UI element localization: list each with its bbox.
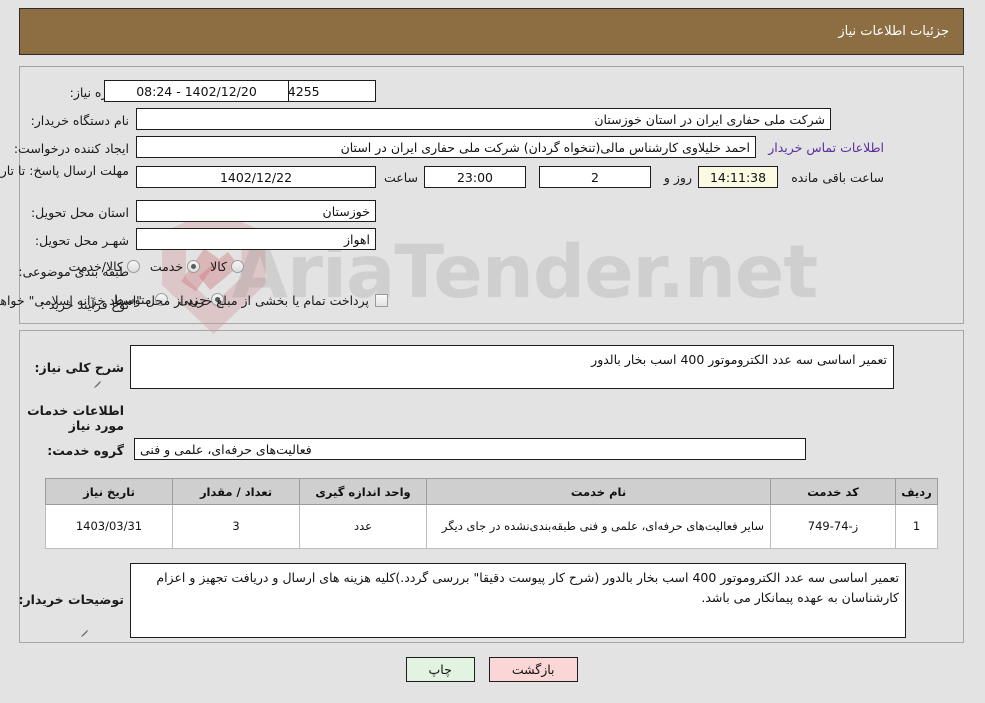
remaining-days-field[interactable]: 2 [540,166,652,188]
delivery-city-label-wrap: شهـر محل تحویل: [36,228,130,252]
radio-label-goods: کالا [211,259,228,274]
deadline-hour-label: ساعت [384,170,419,185]
delivery-province-label: استان محل تحویل: [31,204,130,220]
col-service-name: نام خدمت [427,478,772,505]
col-service-code: کد خدمت [771,478,897,505]
buyer-org-label-wrap: نام دستگاه خریدار: [32,108,130,132]
subject-category-radio-group: کالا خدمت کالا/خدمت [59,259,245,274]
service-group-label: گروه خدمت: [48,443,125,458]
buyer-notes-label: توضیحات خریدار: [19,592,125,607]
general-description-label: شرح کلی نیاز: [35,360,125,375]
delivery-province-label-wrap: استان محل تحویل: [32,200,130,224]
radio-icon-goods-service[interactable] [127,260,141,273]
treasury-bond-label: پرداخت تمام یا بخشی از مبلغ خرید،از محل … [0,293,370,308]
radio-icon-service[interactable] [188,260,202,273]
general-description-textarea[interactable]: تعمیر اساسی سه عدد الکتروموتور 400 اسب ب… [131,345,895,389]
table-row: 1 ز-74-749 سایر فعالیت‌های حرفه‌ای، علمی… [46,504,939,549]
radio-label-goods-service: کالا/خدمت [69,259,124,274]
page-root: AriaTender.net جزئیات اطلاعات نیاز شماره… [0,0,985,703]
remaining-days-suffix: روز و [664,170,693,185]
buyer-org-field[interactable]: شرکت ملی حفاری ایران در استان خوزستان [137,108,832,130]
delivery-province-field[interactable]: خوزستان [137,200,377,222]
back-button[interactable]: بازگشت [489,657,579,682]
treasury-bond-option[interactable]: پرداخت تمام یا بخشی از مبلغ خرید،از محل … [0,293,389,308]
cell-service-name: سایر فعالیت‌های حرفه‌ای، علمی و فنی طبقه… [427,504,772,549]
services-section-heading: اطلاعات خدمات مورد نیاز [28,403,125,433]
action-buttons-bar: بازگشت چاپ [0,657,985,682]
resize-handle-icon-general[interactable] [93,375,105,389]
deadline-date-field[interactable]: 1402/12/22 [137,166,377,188]
service-group-field[interactable]: فعالیت‌های حرفه‌ای، علمی و فنی [135,438,807,460]
col-need-date: تاریخ نیاز [46,478,174,505]
cell-need-date: 1403/03/31 [46,504,174,549]
radio-label-service: خدمت [150,259,185,274]
radio-icon-goods[interactable] [232,260,245,273]
countdown-suffix-label: ساعت باقی مانده [792,170,885,185]
radio-option-goods-service[interactable]: کالا/خدمت [59,259,141,274]
table-header-row: ردیف کد خدمت نام خدمت واحد اندازه گیری ت… [46,478,939,505]
cell-quantity: 3 [173,504,301,549]
cell-service-code: ز-74-749 [771,504,897,549]
need-info-panel [20,66,965,324]
resize-handle-icon-notes[interactable] [80,624,92,638]
buyer-notes-textarea[interactable]: تعمیر اساسی سه عدد الکتروموتور 400 اسب ب… [131,563,907,638]
checkbox-icon-treasury-bond[interactable] [376,294,389,307]
col-quantity: تعداد / مقدار [173,478,301,505]
radio-option-service[interactable]: خدمت [141,259,202,274]
print-button[interactable]: چاپ [406,657,476,682]
requester-label: ایجاد کننده درخواست: [14,140,130,156]
cell-index: 1 [896,504,939,549]
delivery-city-field[interactable]: اهواز [137,228,377,250]
page-title-text: جزئیات اطلاعات نیاز [839,24,950,39]
page-title: جزئیات اطلاعات نیاز [20,8,965,55]
deadline-label-wrap: مهلت ارسال پاسخ: تا تاریخ: [0,163,130,178]
buyer-org-label: نام دستگاه خریدار: [31,112,130,128]
services-table: ردیف کد خدمت نام خدمت واحد اندازه گیری ت… [46,478,939,549]
col-index: ردیف [896,478,939,505]
countdown-timer-field: 14:11:38 [699,166,779,188]
buyer-contact-link[interactable]: اطلاعات تماس خریدار [769,140,885,155]
col-unit: واحد اندازه گیری [300,478,428,505]
requester-label-wrap: ایجاد کننده درخواست: [15,136,130,160]
delivery-city-label: شهـر محل تحویل: [35,232,130,248]
requester-field[interactable]: احمد خلیلاوی کارشناس مالی(تنخواه گردان) … [137,136,757,158]
cell-unit: عدد [300,504,428,549]
announce-datetime-field[interactable]: 1402/12/20 - 08:24 [105,80,290,102]
radio-option-goods[interactable]: کالا [201,259,245,274]
deadline-hour-field[interactable]: 23:00 [425,166,527,188]
deadline-label: مهلت ارسال پاسخ: تا تاریخ: [0,163,130,178]
